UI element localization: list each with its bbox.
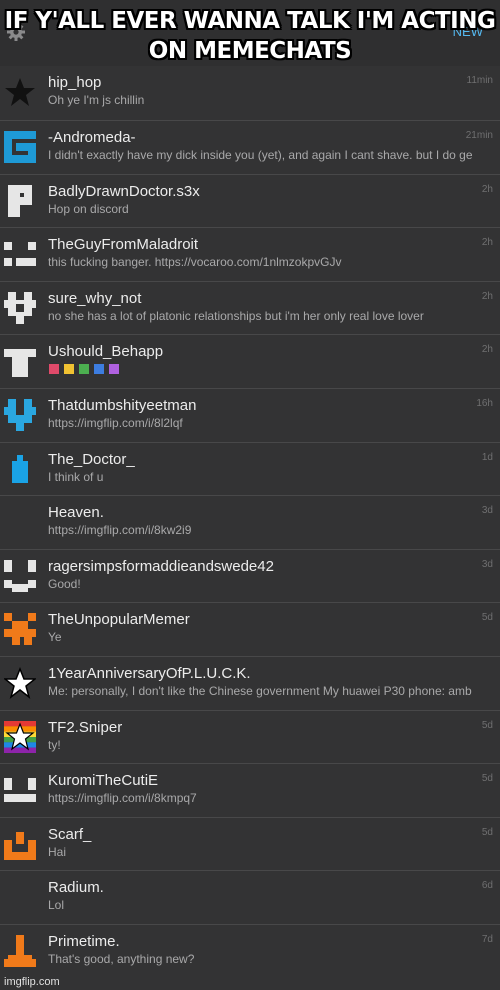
orange-pixel-figure-icon (4, 934, 36, 967)
chat-name: hip_hop (48, 74, 102, 91)
chat-time: 11min (466, 75, 494, 86)
chat-name: Thatdumbshityeetman (48, 396, 197, 414)
chat-message: this fucking banger. https://vocaroo.com… (48, 255, 342, 270)
gear-icon[interactable] (6, 22, 26, 42)
chat-time: 3d (481, 558, 493, 570)
chat-row[interactable]: ragersimpsformaddieandswede42 Good! 3d (0, 550, 500, 604)
chat-row[interactable]: TheUnpopularMemer Ye 5d (0, 603, 500, 657)
chat-message: That's good, anything new? (48, 951, 195, 966)
chat-name: sure_why_not (48, 289, 142, 307)
imgflip-watermark: imgflip.com (4, 976, 60, 988)
chat-row[interactable]: Scarf_ Hai 5d (0, 818, 500, 872)
orange-smile-icon (4, 828, 36, 860)
new-chat-button[interactable]: NEW (453, 24, 483, 39)
pixel-shirt-icon (4, 345, 36, 378)
chat-time: 2h (481, 344, 493, 356)
chat-time: 2h (481, 237, 493, 249)
blue-bottle-icon (4, 453, 36, 485)
chat-name: -Andromeda- (48, 129, 136, 146)
chat-name: BadlyDrawnDoctor.s3x (48, 182, 200, 200)
chat-name: ragersimpsformaddieandswede42 (48, 557, 274, 575)
chat-name: TheUnpopularMemer (48, 611, 190, 629)
pixel-heart-icon (4, 291, 36, 324)
chat-message: I think of u (48, 469, 104, 484)
chat-time: 3d (481, 505, 493, 517)
chat-row[interactable]: KuromiTheCutiE https://imgflip.com/i/8km… (0, 764, 500, 818)
chat-time: 7d (481, 933, 493, 945)
orange-pixel-icon (4, 613, 36, 646)
chat-message: no she has a lot of platonic relationshi… (48, 308, 424, 323)
chat-time: 5d (481, 773, 493, 785)
chat-message: Hop on discord (48, 201, 129, 216)
chat-time: 5d (481, 612, 493, 624)
chat-time: 16h (476, 397, 493, 409)
chat-row[interactable]: TheGuyFromMaladroit this fucking banger.… (0, 228, 500, 282)
chat-name: Ushould_Behapp (48, 343, 164, 361)
chat-message: Lol (48, 898, 65, 913)
chat-name: The_Doctor_ (48, 450, 135, 468)
chat-name: KuromiTheCutiE (48, 772, 159, 790)
white-star-icon (4, 666, 36, 699)
top-bar: NEW (0, 0, 500, 66)
chat-time: 5d (481, 719, 493, 731)
chat-message: I didn't exactly have my dick inside you… (48, 148, 473, 162)
chat-row[interactable]: BadlyDrawnDoctor.s3x Hop on discord 2h (0, 175, 500, 229)
chat-message: Ye (48, 630, 62, 645)
chat-time: 5d (481, 826, 493, 838)
chat-row[interactable]: Ushould_Behapp 2h (0, 335, 500, 389)
chat-row[interactable]: 1YearAnniversaryOfP.L.U.C.K. Me: persona… (0, 657, 500, 711)
chat-message: Hai (48, 844, 67, 859)
chat-row[interactable]: The_Doctor_ I think of u 1d (0, 443, 500, 497)
chat-row[interactable]: sure_why_not no she has a lot of platoni… (0, 282, 500, 336)
chat-message: Good! (48, 576, 81, 591)
pixel-face-icon (4, 238, 36, 270)
chat-row[interactable]: -Andromeda- I didn't exactly have my dic… (0, 121, 500, 175)
chat-message: Me: personally, I don't like the Chinese… (48, 683, 472, 698)
chat-name: 1YearAnniversaryOfP.L.U.C.K. (48, 664, 251, 682)
chat-message: https://imgflip.com/i/8l2lqf (48, 415, 183, 430)
pixel-p-icon (4, 184, 36, 217)
chat-time: 1d (481, 451, 493, 463)
chat-row[interactable]: Heaven. https://imgflip.com/i/8kw2i9 3d (0, 496, 500, 550)
chat-message: https://imgflip.com/i/8kmpq7 (48, 791, 197, 806)
chat-name: TF2.Sniper (48, 718, 123, 736)
chat-message: https://imgflip.com/i/8kw2i9 (48, 523, 192, 538)
chat-name: Heaven. (48, 504, 104, 522)
star-icon (4, 76, 36, 108)
blue-pixel-heart-icon (4, 398, 36, 431)
pixel-smile-icon (4, 559, 36, 592)
chat-time: 2h (481, 183, 493, 195)
chat-name: Radium. (48, 879, 104, 897)
chat-row[interactable]: Radium. Lol 6d (0, 871, 500, 925)
chat-row[interactable]: hip_hop Oh ye I'm js chillin 11min (0, 66, 500, 121)
chat-row[interactable]: Thatdumbshityeetman https://imgflip.com/… (0, 389, 500, 443)
chat-message: ty! (48, 737, 61, 752)
chat-time: 6d (481, 880, 493, 892)
pixel-grin-icon (4, 774, 36, 806)
colorful-letters-sticker (49, 364, 119, 375)
chat-list: hip_hop Oh ye I'm js chillin 11min -Andr… (0, 66, 500, 979)
chat-row[interactable]: Primetime. That's good, anything new? 7d (0, 925, 500, 979)
chat-time: 21min (465, 130, 493, 141)
chat-name: TheGuyFromMaladroit (48, 236, 199, 254)
chat-name: Scarf_ (48, 825, 92, 843)
chat-message: Oh ye I'm js chillin (48, 93, 145, 107)
chat-time: 2h (481, 290, 493, 302)
chat-name: Primetime. (48, 932, 120, 950)
pixel-swirl-icon (4, 131, 36, 163)
chat-row[interactable]: TF2.Sniper ty! 5d (0, 711, 500, 765)
rainbow-star-icon (4, 720, 36, 753)
